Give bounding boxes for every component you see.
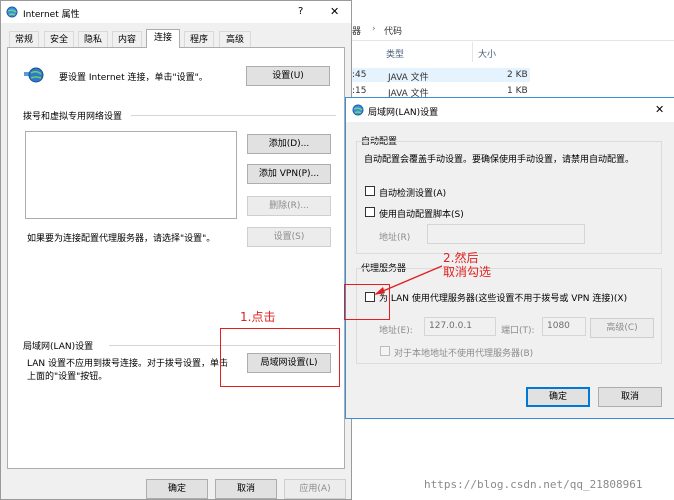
annotation-arrow-icon xyxy=(374,265,443,295)
column-header-type[interactable]: 类型 xyxy=(386,47,404,60)
title-bar: Internet 属性 ? ✕ xyxy=(1,1,351,23)
cancel-button[interactable]: 取消 xyxy=(215,479,277,499)
port-label: 端口(T): xyxy=(501,326,535,336)
internet-properties-dialog: Internet 属性 ? ✕ 常规 安全 隐私 内容 程序 高级 连接 要设置… xyxy=(0,0,352,500)
internet-globe-icon xyxy=(352,104,364,116)
table-row[interactable]: :15 JAVA 文件 1 KB xyxy=(350,84,530,99)
tab-connections[interactable]: 连接 xyxy=(146,29,180,48)
window-title: 局域网(LAN)设置 xyxy=(368,108,439,118)
bypass-local-checkbox[interactable] xyxy=(380,346,390,356)
setup-description: 要设置 Internet 连接，单击"设置"。 xyxy=(59,73,208,83)
help-icon[interactable]: ? xyxy=(298,6,303,17)
tab-privacy[interactable]: 隐私 xyxy=(78,31,108,47)
proxy-note: 如果要为连接配置代理服务器，请选择"设置"。 xyxy=(27,234,216,244)
watermark: https://blog.csdn.net/qq_21808961 xyxy=(424,478,643,491)
tab-content[interactable]: 内容 xyxy=(112,31,142,47)
lan-cancel-button[interactable]: 取消 xyxy=(598,387,662,407)
row-size: 2 KB xyxy=(507,70,528,80)
column-divider xyxy=(472,42,473,62)
column-header-size[interactable]: 大小 xyxy=(478,47,496,60)
breadcrumb-separator-icon: › xyxy=(372,24,376,34)
annotation-step1: 1.点击 xyxy=(240,310,276,324)
port-field[interactable]: 1080 xyxy=(542,317,586,336)
group-divider xyxy=(131,115,336,116)
table-row[interactable]: :45 JAVA 文件 2 KB xyxy=(350,68,530,83)
remove-button[interactable]: 删除(R)... xyxy=(247,196,331,216)
add-vpn-button[interactable]: 添加 VPN(P)... xyxy=(247,164,331,184)
close-icon[interactable]: ✕ xyxy=(655,103,664,116)
proxy-address-label: 地址(E): xyxy=(379,326,413,336)
dialup-heading: 拨号和虚拟专用网络设置 xyxy=(23,112,123,122)
breadcrumb-item[interactable]: 代码 xyxy=(384,24,402,37)
bypass-local-label[interactable]: 对于本地地址不使用代理服务器(B) xyxy=(394,346,533,359)
annotation-step2-line2: 取消勾选 xyxy=(443,265,492,279)
annotation-highlight-lan-button xyxy=(220,328,340,387)
lan-description: LAN 设置不应用到拨号连接。对于拨号设置，单击上面的"设置"按钮。 xyxy=(27,359,228,382)
proxy-address-field[interactable]: 127.0.0.1 xyxy=(424,317,496,336)
row-time: :45 xyxy=(352,70,367,80)
ok-button[interactable]: 确定 xyxy=(146,479,208,499)
auto-config-description: 自动配置会覆盖手动设置。要确保使用手动设置，请禁用自动配置。 xyxy=(364,155,635,165)
row-type: JAVA 文件 xyxy=(388,73,429,83)
connection-settings-button[interactable]: 设置(S) xyxy=(247,227,331,247)
breadcrumb: 器 › 代码 xyxy=(350,20,674,41)
title-bar: 局域网(LAN)设置 ✕ xyxy=(346,98,674,122)
auto-detect-label[interactable]: 自动检测设置(A) xyxy=(379,186,446,199)
auto-detect-checkbox[interactable] xyxy=(365,186,375,196)
lan-heading: 局域网(LAN)设置 xyxy=(23,342,94,352)
breadcrumb-item[interactable]: 器 xyxy=(352,24,361,37)
setup-button[interactable]: 设置(U) xyxy=(246,66,330,86)
tab-general[interactable]: 常规 xyxy=(9,31,39,47)
window-title: Internet 属性 xyxy=(23,10,80,20)
apply-button[interactable]: 应用(A) xyxy=(284,479,346,499)
script-address-label: 地址(R) xyxy=(379,233,411,243)
tab-security[interactable]: 安全 xyxy=(44,31,74,47)
row-time: :15 xyxy=(352,86,367,96)
add-connection-button[interactable]: 添加(D)... xyxy=(247,134,331,154)
internet-globe-icon xyxy=(6,6,18,18)
auto-script-checkbox[interactable] xyxy=(365,207,375,217)
script-address-field[interactable] xyxy=(427,224,585,244)
connections-list[interactable] xyxy=(25,131,237,219)
advanced-button[interactable]: 高级(C) xyxy=(590,318,654,338)
row-size: 1 KB xyxy=(507,86,528,96)
tab-advanced[interactable]: 高级 xyxy=(219,31,251,47)
auto-script-label[interactable]: 使用自动配置脚本(S) xyxy=(379,207,464,220)
lan-ok-button[interactable]: 确定 xyxy=(526,387,590,407)
close-icon[interactable]: ✕ xyxy=(330,5,339,18)
network-globe-icon xyxy=(24,67,44,83)
tab-programs[interactable]: 程序 xyxy=(184,31,214,47)
